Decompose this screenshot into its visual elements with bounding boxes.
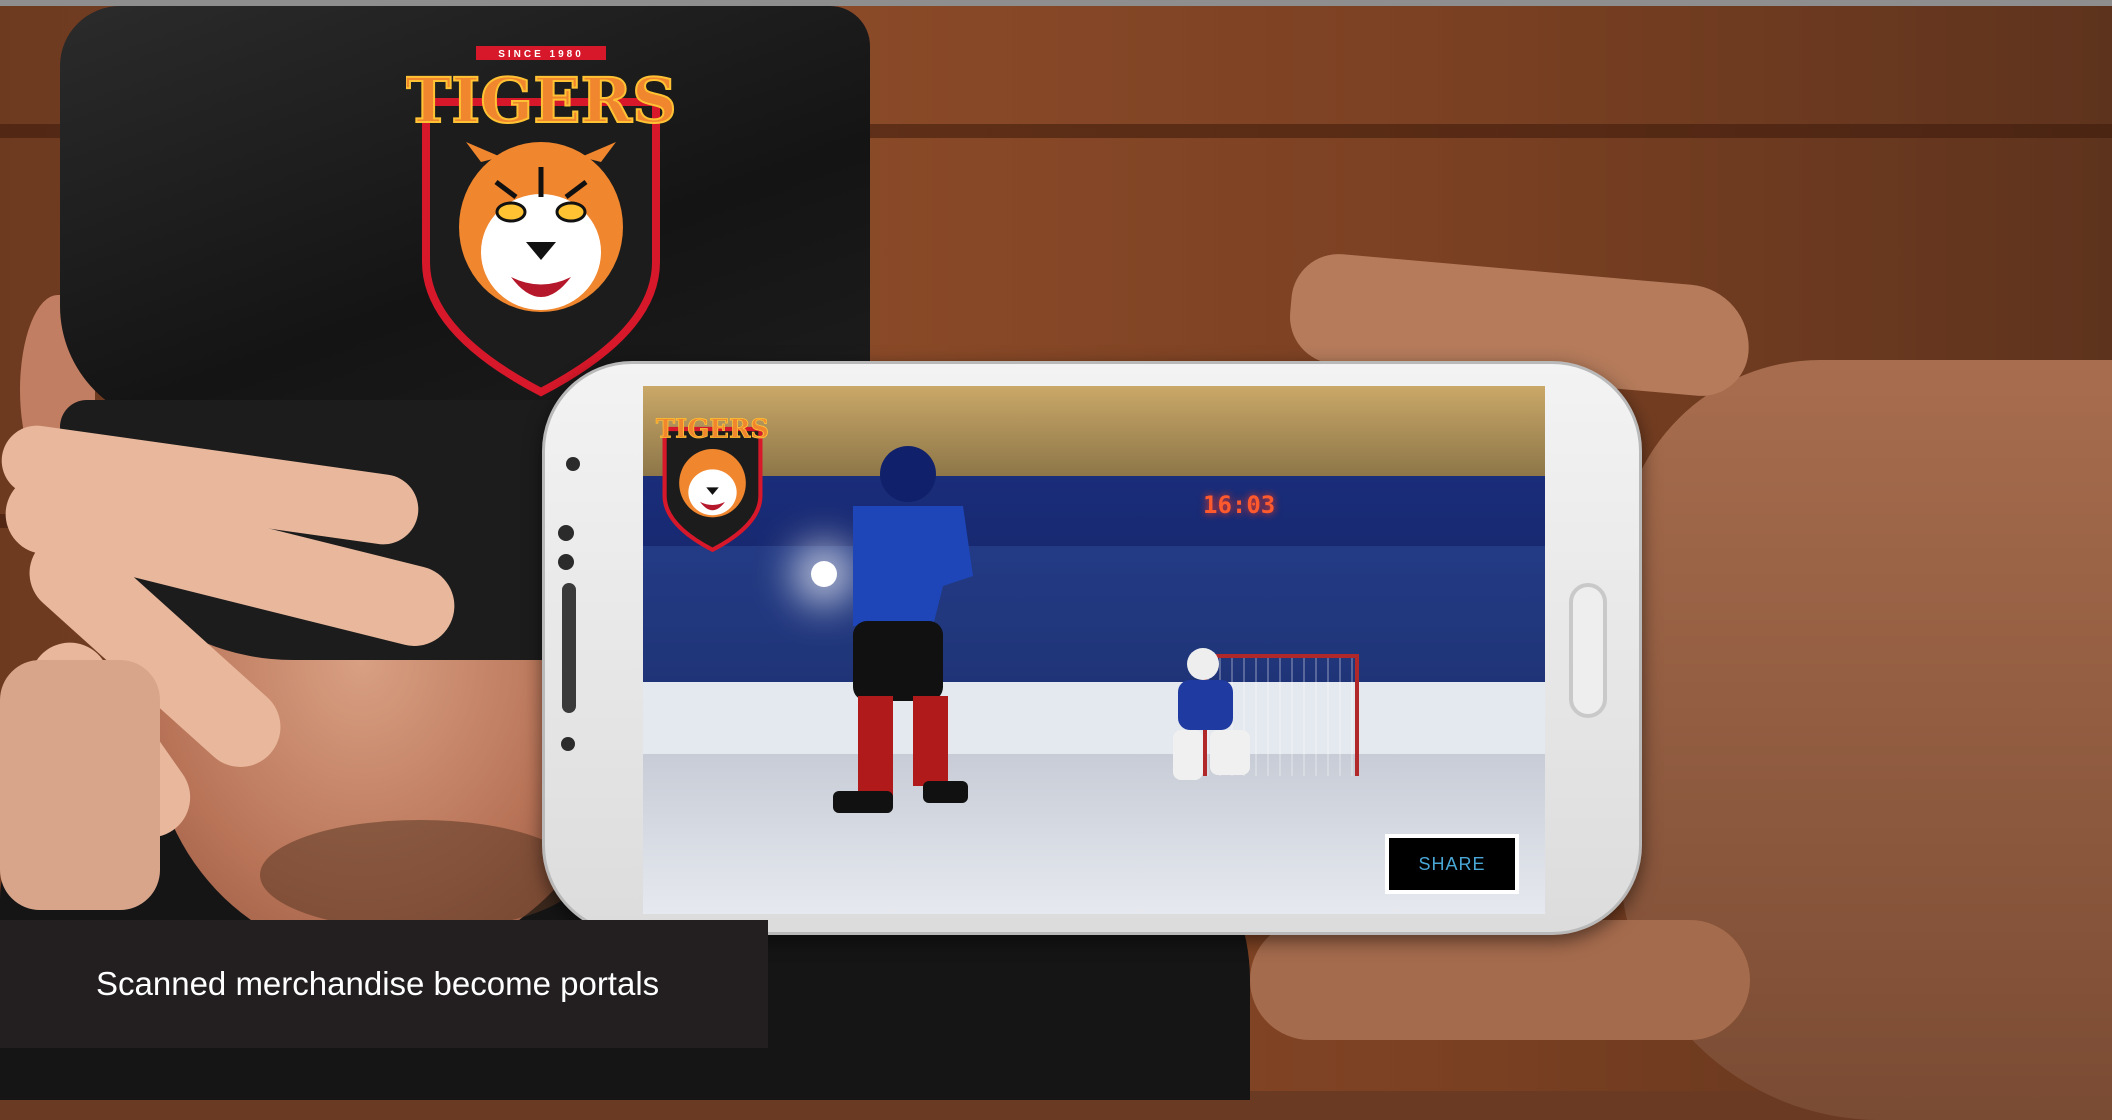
hockey-player-figure [833, 446, 973, 813]
rink-boards [643, 682, 1545, 754]
arena-windows [643, 386, 1545, 476]
sensor-icon [561, 737, 575, 751]
logo-since-text: SINCE 1980 [498, 49, 584, 60]
left-hand [0, 421, 470, 920]
tigers-logo-cap: SINCE 1980 TIGERS [406, 46, 676, 397]
logo-brand-text: TIGERS [406, 64, 676, 137]
speaker-grille [562, 583, 576, 713]
tigers-logo-screen: TIGERS [655, 414, 770, 553]
scoreboard: 16:03 [1203, 491, 1276, 519]
sensor-icon [558, 554, 574, 570]
logo-brand-text-small: TIGERS [656, 414, 769, 444]
rink-glass [643, 546, 1545, 686]
share-button[interactable]: SHARE [1385, 834, 1519, 894]
caption-banner: Scanned merchandise become portals [0, 920, 768, 1048]
goalie-figure [1173, 648, 1250, 780]
front-camera-icon [566, 457, 580, 471]
caption-text: Scanned merchandise become portals [96, 965, 660, 1002]
tiger-head-icon [459, 142, 623, 312]
home-button[interactable] [1569, 583, 1607, 718]
sensor-icon [558, 525, 574, 541]
